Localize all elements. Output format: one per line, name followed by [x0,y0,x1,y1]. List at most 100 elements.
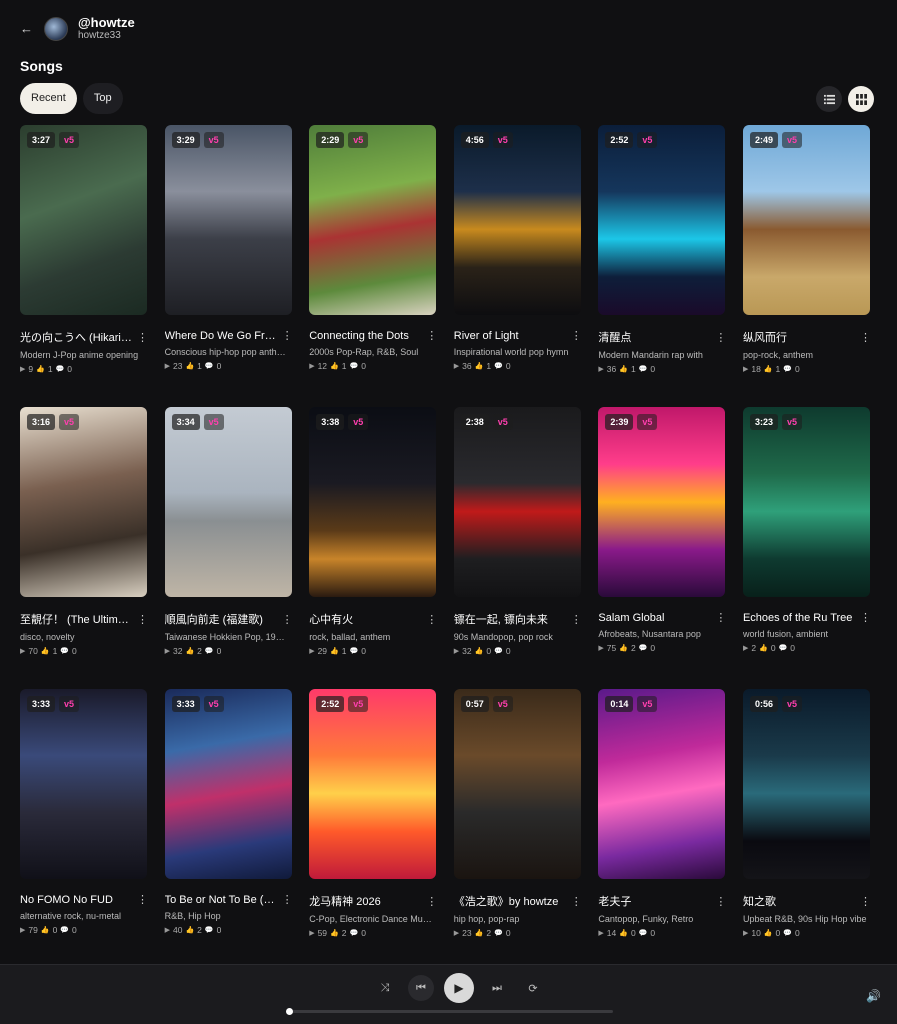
song-title[interactable]: Where Do We Go From Here [165,330,277,342]
more-options-icon[interactable]: ⋮ [426,329,437,342]
song-cover[interactable]: 3:34 v5 [164,407,292,597]
like-icon[interactable]: 👍 [619,365,628,373]
song-title[interactable]: 纵风而行 [743,329,855,345]
comment-icon[interactable]: 💬 [494,362,503,370]
song-title[interactable]: 龙马精神 2026 [309,893,421,909]
comment-icon[interactable]: 💬 [639,365,648,373]
song-card[interactable]: 3:29 v5 Where Do We Go From Here ⋮ Consc… [164,125,293,407]
comment-icon[interactable]: 💬 [205,926,214,934]
more-options-icon[interactable]: ⋮ [426,895,437,908]
more-options-icon[interactable]: ⋮ [571,895,582,908]
song-card[interactable]: 2:39 v5 Salam Global ⋮ Afrobeats, Nusant… [598,407,726,689]
song-cover[interactable]: 3:33 v5 [164,689,292,879]
song-title[interactable]: To Be or Not To Be (Bitcoin) [165,894,277,906]
comment-icon[interactable]: 💬 [350,929,359,937]
back-arrow-icon[interactable]: ← [20,21,34,36]
song-cover[interactable]: 2:52 v5 [598,125,726,315]
more-options-icon[interactable]: ⋮ [282,329,293,342]
song-card[interactable]: 3:38 v5 心中有火 ⋮ rock, ballad, anthem ▶ 29… [309,407,437,689]
more-options-icon[interactable]: ⋮ [426,613,437,626]
comment-icon[interactable]: 💬 [205,362,214,370]
more-options-icon[interactable]: ⋮ [571,329,582,342]
more-options-icon[interactable]: ⋮ [860,611,871,624]
song-card[interactable]: 0:56 v5 知之歌 ⋮ Upbeat R&B, 90s Hip Hop vi… [742,689,871,971]
more-options-icon[interactable]: ⋮ [282,893,293,906]
song-title[interactable]: 老夫子 [598,893,710,909]
song-cover[interactable]: 0:56 v5 [742,689,870,879]
like-icon[interactable]: 👍 [330,362,339,370]
song-cover[interactable]: 3:23 v5 [742,407,870,597]
like-icon[interactable]: 👍 [185,647,194,655]
play-button[interactable]: ▶ [444,973,474,1003]
volume-icon[interactable]: 🔊 [866,989,881,1003]
song-card[interactable]: 2:49 v5 纵风而行 ⋮ pop-rock, anthem ▶ 18 👍 1… [742,125,871,407]
song-title[interactable]: Connecting the Dots [309,330,421,342]
song-title[interactable]: 镖在一起, 镖向未来 [454,611,566,627]
song-card[interactable]: 3:16 v5 至靚仔！ (The Ultimate Handsome) ⋮ d… [20,407,148,689]
like-icon[interactable]: 👍 [619,929,628,937]
like-icon[interactable]: 👍 [41,647,50,655]
song-cover[interactable]: 3:27 v5 [20,125,147,315]
song-card[interactable]: 3:23 v5 Echoes of the Ru Tree ⋮ world fu… [742,407,871,689]
song-cover[interactable]: 4:56 v5 [453,125,581,315]
grid-view-button[interactable] [848,86,874,112]
like-icon[interactable]: 👍 [475,362,484,370]
comment-icon[interactable]: 💬 [205,647,214,655]
song-title[interactable]: No FOMO No FUD [20,894,132,906]
more-options-icon[interactable]: ⋮ [860,895,871,908]
like-icon[interactable]: 👍 [619,644,628,652]
song-card[interactable]: 2:29 v5 Connecting the Dots ⋮ 2000s Pop-… [309,125,437,407]
comment-icon[interactable]: 💬 [779,644,788,652]
song-card[interactable]: 0:57 v5 《浩之歌》by howtze ⋮ hip hop, pop-ra… [453,689,582,971]
previous-button[interactable]: ⏮ [408,975,434,1001]
more-options-icon[interactable]: ⋮ [137,893,148,906]
song-title[interactable]: 知之歌 [743,893,855,909]
song-title[interactable]: Echoes of the Ru Tree [743,612,855,624]
comment-icon[interactable]: 💬 [494,647,503,655]
song-cover[interactable]: 2:52 v5 [309,689,437,879]
more-options-icon[interactable]: ⋮ [137,331,148,344]
like-icon[interactable]: 👍 [330,647,339,655]
list-view-button[interactable] [816,86,842,112]
song-title[interactable]: 清醒点 [598,329,710,345]
more-options-icon[interactable]: ⋮ [282,613,293,626]
comment-icon[interactable]: 💬 [783,365,792,373]
song-card[interactable]: 3:27 v5 光の向こうへ (Hikari no Mukou e) ⋮ Mod… [20,125,148,407]
like-icon[interactable]: 👍 [185,362,194,370]
tab-top[interactable]: Top [82,83,123,114]
song-cover[interactable]: 2:39 v5 [598,407,726,597]
more-options-icon[interactable]: ⋮ [137,613,148,626]
more-options-icon[interactable]: ⋮ [571,613,582,626]
progress-knob[interactable] [286,1008,293,1015]
comment-icon[interactable]: 💬 [783,929,792,937]
song-card[interactable]: 3:33 v5 No FOMO No FUD ⋮ alternative roc… [20,689,148,971]
like-icon[interactable]: 👍 [41,926,50,934]
like-icon[interactable]: 👍 [475,647,484,655]
more-options-icon[interactable]: ⋮ [715,611,726,624]
song-cover[interactable]: 3:33 v5 [20,689,147,879]
like-icon[interactable]: 👍 [185,926,194,934]
song-cover[interactable]: 3:38 v5 [309,407,437,597]
next-button[interactable]: ⏭ [484,975,510,1001]
song-cover[interactable]: 3:29 v5 [164,125,292,315]
song-card[interactable]: 0:14 v5 老夫子 ⋮ Cantopop, Funky, Retro ▶ 1… [598,689,726,971]
song-title[interactable]: 至靚仔！ (The Ultimate Handsome) [20,611,132,627]
song-cover[interactable]: 2:29 v5 [309,125,437,315]
song-title[interactable]: 光の向こうへ (Hikari no Mukou e) [20,329,132,345]
comment-icon[interactable]: 💬 [60,926,69,934]
comment-icon[interactable]: 💬 [639,929,648,937]
song-title[interactable]: 心中有火 [309,611,421,627]
song-title[interactable]: River of Light [454,330,566,342]
song-card[interactable]: 2:52 v5 清醒点 ⋮ Modern Mandarin rap with ▶… [598,125,726,407]
song-card[interactable]: 3:33 v5 To Be or Not To Be (Bitcoin) ⋮ R… [164,689,293,971]
like-icon[interactable]: 👍 [330,929,339,937]
profile-handle[interactable]: @howtze [78,15,135,30]
comment-icon[interactable]: 💬 [60,647,69,655]
comment-icon[interactable]: 💬 [350,647,359,655]
song-title[interactable]: Salam Global [598,612,710,624]
comment-icon[interactable]: 💬 [350,362,359,370]
song-card[interactable]: 2:52 v5 龙马精神 2026 ⋮ C-Pop, Electronic Da… [309,689,437,971]
song-card[interactable]: 4:56 v5 River of Light ⋮ Inspirational w… [453,125,582,407]
song-card[interactable]: 2:38 v5 镖在一起, 镖向未来 ⋮ 90s Mandopop, pop r… [453,407,582,689]
song-cover[interactable]: 0:14 v5 [598,689,726,879]
